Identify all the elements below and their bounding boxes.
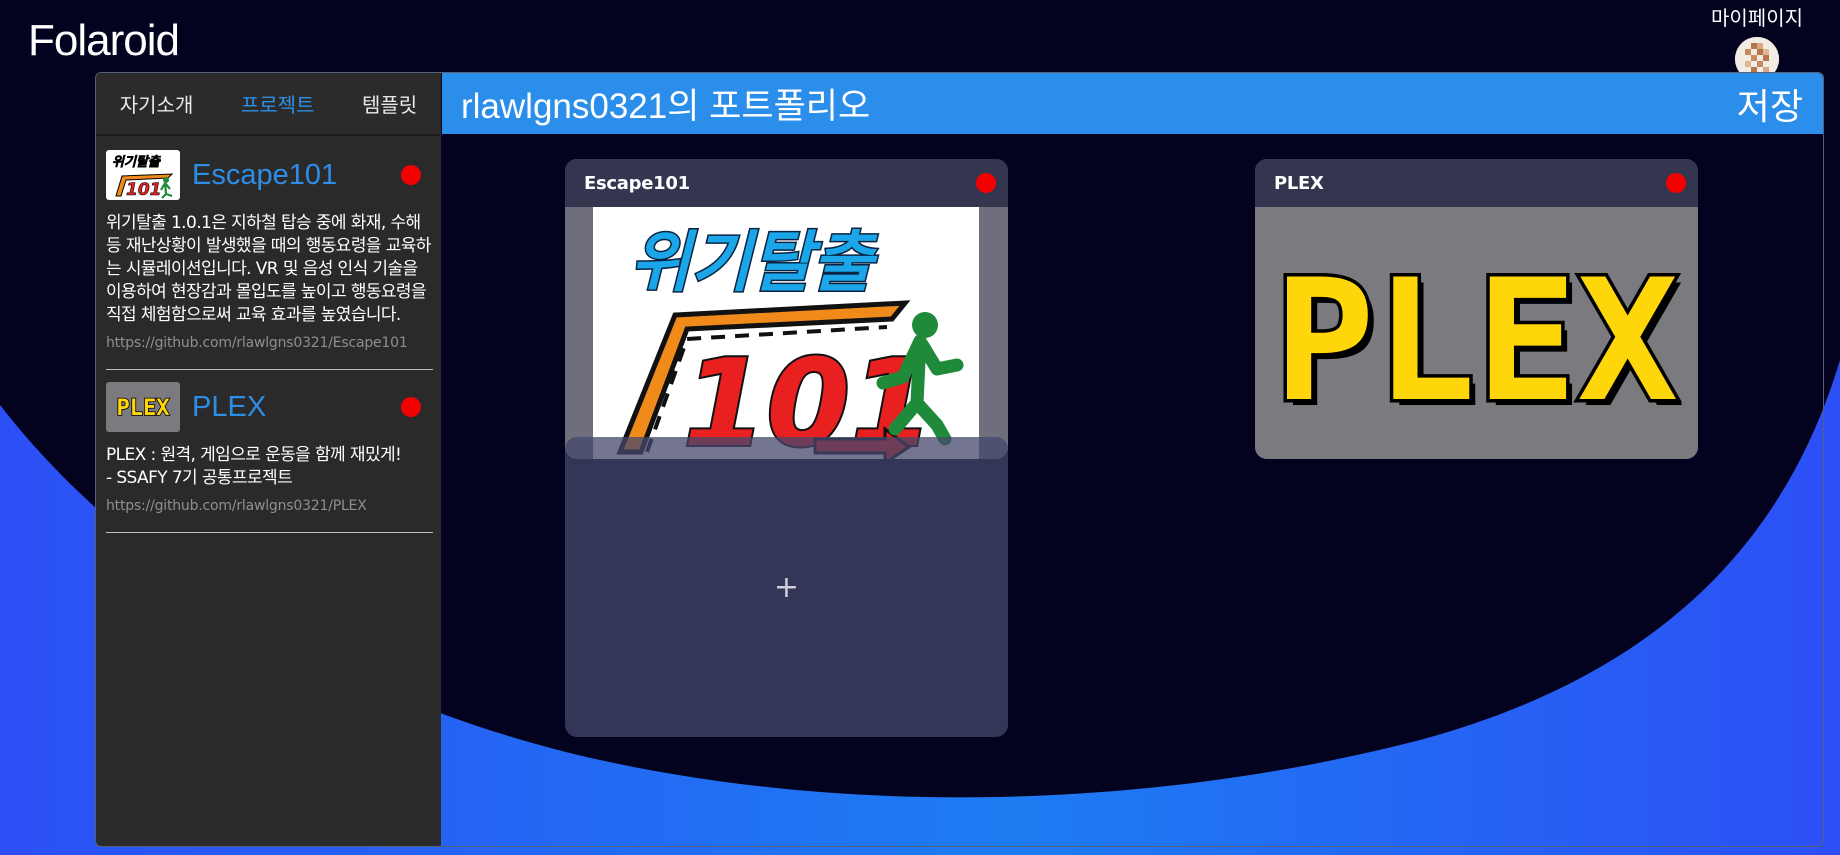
project-github-link[interactable]: https://github.com/rlawlgns0321/Escape10… — [106, 335, 433, 351]
add-project-card[interactable]: + — [565, 437, 1008, 737]
project-github-link[interactable]: https://github.com/rlawlgns0321/PLEX — [106, 498, 433, 514]
card-status-dot — [976, 173, 996, 193]
plex-image: PLEX PLEX — [1255, 207, 1698, 459]
mypage-link[interactable]: 마이페이지 — [1702, 2, 1812, 81]
portfolio-title: rlawlgns0321의 포트폴리오 — [461, 87, 871, 126]
escape101-image: 위기탈출 101 — [565, 207, 1008, 459]
tab-projects[interactable]: 프로젝트 — [241, 89, 315, 118]
card-title: PLEX — [1274, 172, 1324, 194]
tab-templates[interactable]: 템플릿 — [362, 89, 417, 118]
tab-introduction[interactable]: 자기소개 — [120, 89, 194, 118]
project-title[interactable]: Escape101 — [192, 159, 401, 192]
svg-text:PLEX: PLEX — [1274, 243, 1679, 439]
app-logo[interactable]: Folaroid — [28, 16, 180, 66]
project-title[interactable]: PLEX — [192, 391, 401, 424]
card-title: Escape101 — [584, 172, 690, 194]
project-card-escape101[interactable]: Escape101 위기탈출 101 — [565, 159, 1008, 459]
portfolio-topbar: rlawlgns0321의 포트폴리오 저장 — [442, 73, 1823, 134]
project-item-escape101[interactable]: 위기탈출 101 Escape101 위기탈출 1.0.1은 지하철 탑승 중에… — [106, 148, 433, 370]
mypage-label[interactable]: 마이페이지 — [1702, 2, 1812, 31]
escape101-thumbnail: 위기탈출 101 — [106, 150, 180, 200]
svg-text:PLEX: PLEX — [117, 396, 170, 421]
project-description: 위기탈출 1.0.1은 지하철 탑승 중에 화재, 수해 등 재난상황이 발생했… — [106, 213, 431, 325]
status-dot — [401, 397, 421, 417]
status-dot — [401, 165, 421, 185]
card-status-dot — [1666, 173, 1686, 193]
project-card-plex[interactable]: PLEX PLEX PLEX — [1255, 159, 1698, 459]
svg-text:101: 101 — [126, 180, 162, 200]
sidebar-tabs: 자기소개 프로젝트 템플릿 — [96, 73, 441, 136]
plex-thumbnail: PLEX — [106, 382, 180, 432]
project-description: PLEX : 원격, 게임으로 운동을 함께 재밌게! - SSAFY 7기 공… — [106, 445, 402, 488]
project-item-plex[interactable]: PLEX PLEX PLEX : 원격, 게임으로 운동을 함께 재밌게! - … — [106, 380, 433, 533]
svg-text:위기탈출: 위기탈출 — [630, 224, 878, 301]
svg-text:위기탈출: 위기탈출 — [112, 154, 161, 170]
sidebar: 자기소개 프로젝트 템플릿 위기탈출 101 Escape101 위기탈출 1.… — [96, 73, 441, 846]
save-button[interactable]: 저장 — [1737, 78, 1803, 130]
plus-icon: + — [773, 569, 800, 605]
